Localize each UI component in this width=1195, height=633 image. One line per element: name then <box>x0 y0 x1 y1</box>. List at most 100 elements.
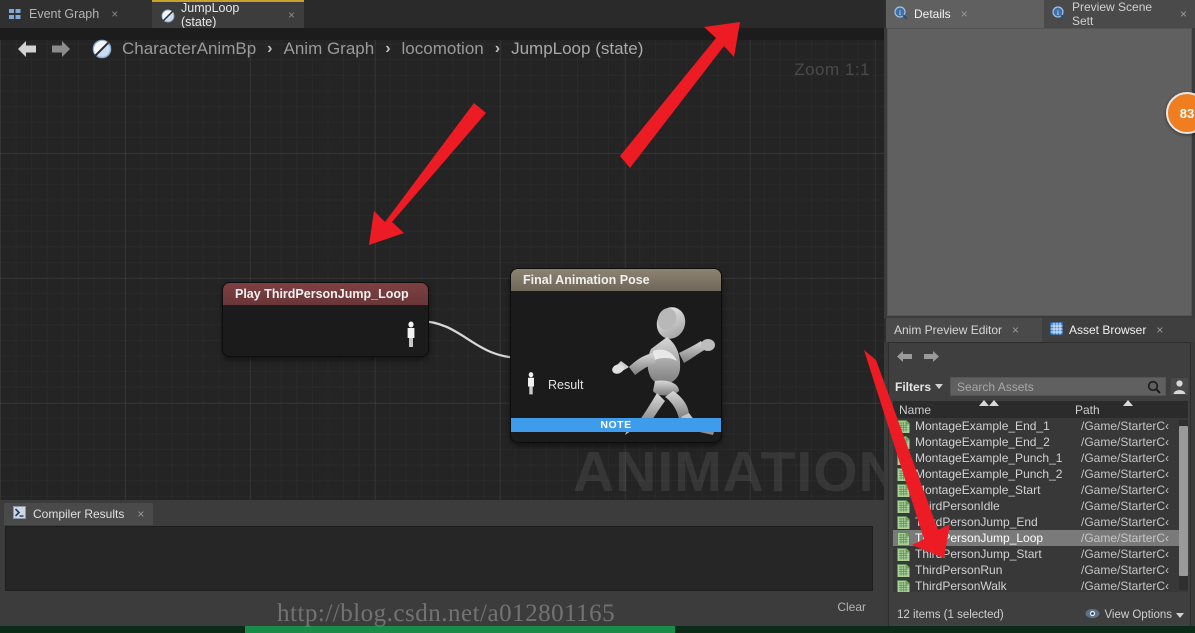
asset-path: /Game/StarterC‹ <box>1081 467 1170 481</box>
breadcrumb-item-anim-graph[interactable]: Anim Graph <box>284 39 375 59</box>
anim-sequence-icon <box>897 452 910 465</box>
column-label: Path <box>1075 402 1100 417</box>
search-input[interactable]: Search Assets <box>950 377 1166 396</box>
sort-ascending-icon <box>989 399 999 406</box>
magnifier-icon <box>1147 380 1161 397</box>
asset-path: /Game/StarterC‹ <box>1081 563 1170 577</box>
close-icon[interactable]: × <box>1180 7 1187 21</box>
anim-sequence-icon <box>897 532 910 545</box>
graph-watermark: ANIMATION <box>573 440 884 501</box>
close-icon[interactable]: × <box>1156 323 1163 337</box>
back-button[interactable] <box>895 349 914 367</box>
anim-sequence-icon <box>897 548 910 561</box>
tab-label: Asset Browser <box>1069 323 1147 337</box>
pose-pin-icon[interactable] <box>524 370 538 399</box>
asset-name: ThirdPersonJump_End <box>893 515 1081 529</box>
asset-name-text: MontageExample_End_2 <box>915 435 1050 449</box>
tab-compiler-results[interactable]: Compiler Results × <box>4 503 154 525</box>
close-icon[interactable]: × <box>111 7 118 21</box>
close-icon[interactable]: × <box>288 8 295 22</box>
node-note-bar: NOTE <box>511 418 721 432</box>
tab-jumploop-state[interactable]: JumpLoop (state) × <box>152 0 304 29</box>
asset-row[interactable]: ThirdPersonRun/Game/StarterC‹ <box>893 562 1188 578</box>
column-label: Name <box>899 402 932 417</box>
details-content-area[interactable] <box>887 28 1192 316</box>
breadcrumb-item-locomotion[interactable]: locomotion <box>402 39 484 59</box>
scrollbar-thumb[interactable] <box>1179 426 1188 576</box>
tab-anim-preview-editor[interactable]: Anim Preview Editor × <box>886 318 1042 342</box>
asset-name-text: ThirdPersonIdle <box>915 499 1000 513</box>
asset-name-text: ThirdPersonJump_Start <box>915 547 1042 561</box>
column-header-name[interactable]: Name <box>893 399 1071 417</box>
asset-row[interactable]: ThirdPersonJump_End/Game/StarterC‹ <box>893 514 1188 530</box>
breadcrumb-item-characteranimbp[interactable]: CharacterAnimBp <box>122 39 256 59</box>
running-mannequin-preview <box>612 307 715 435</box>
asset-name-text: ThirdPersonJump_End <box>915 515 1038 529</box>
state-circle-icon <box>161 9 175 22</box>
asset-row[interactable]: ThirdPersonIdle/Game/StarterC‹ <box>893 498 1188 514</box>
anim-sequence-icon <box>897 564 910 577</box>
asset-table-header: Name Path <box>893 399 1188 419</box>
close-icon[interactable]: × <box>137 507 144 521</box>
clear-button[interactable]: Clear <box>837 600 866 614</box>
asset-row[interactable]: MontageExample_Start/Game/StarterC‹ <box>893 482 1188 498</box>
asset-name: MontageExample_End_1 <box>893 419 1081 433</box>
close-icon[interactable]: × <box>961 7 968 21</box>
tab-label: Event Graph <box>29 7 100 21</box>
asset-row[interactable]: MontageExample_Punch_1/Game/StarterC‹ <box>893 450 1188 466</box>
asset-row[interactable]: ThirdPersonJump_Start/Game/StarterC‹ <box>893 546 1188 562</box>
result-pin-row[interactable]: Result <box>524 370 583 399</box>
anim-graph-canvas[interactable]: ANIMATION Play ThirdPersonJump_Loop Fina… <box>0 28 884 500</box>
chevron-down-icon <box>1176 612 1184 618</box>
chevron-down-icon <box>935 384 944 389</box>
asset-row[interactable]: MontageExample_End_1/Game/StarterC‹ <box>893 418 1188 434</box>
asset-row[interactable]: MontageExample_Punch_2/Game/StarterC‹ <box>893 466 1188 482</box>
filters-button[interactable]: Filters <box>893 380 945 394</box>
asset-path: /Game/StarterC‹ <box>1081 419 1170 433</box>
tab-label: Preview Scene Sett <box>1072 0 1153 28</box>
asset-name: MontageExample_Start <box>893 483 1081 497</box>
asset-name-text: MontageExample_End_1 <box>915 419 1050 433</box>
asset-list-scrollbar[interactable] <box>1179 420 1188 590</box>
view-options-button[interactable]: View Options <box>1085 608 1184 622</box>
asset-browser-tab-strip: Anim Preview Editor × Asset Browser × <box>884 318 1195 342</box>
tab-label: Anim Preview Editor <box>894 323 1003 337</box>
asset-browser-filter-row: Filters Search Assets <box>893 376 1188 397</box>
svg-text:i: i <box>899 9 901 17</box>
back-button[interactable] <box>10 35 44 63</box>
asset-path: /Game/StarterC‹ <box>1081 483 1170 497</box>
tab-event-graph[interactable]: Event Graph × <box>0 0 152 28</box>
compiler-log-area[interactable] <box>5 526 873 591</box>
asset-name: ThirdPersonJump_Loop <box>893 531 1081 545</box>
anim-sequence-icon <box>897 516 910 529</box>
asset-row[interactable]: MontageExample_End_2/Game/StarterC‹ <box>893 434 1188 450</box>
anim-sequence-icon <box>897 420 910 433</box>
info-search-icon: i <box>894 5 908 23</box>
forward-button[interactable] <box>922 349 941 367</box>
node-play-thirdpersonjump-loop[interactable]: Play ThirdPersonJump_Loop <box>223 283 428 356</box>
asset-row[interactable]: ThirdPersonJump_Loop/Game/StarterC‹ <box>893 530 1188 546</box>
asset-path: /Game/StarterC‹ <box>1081 579 1170 592</box>
graph-grid-icon <box>9 8 22 21</box>
asset-row[interactable]: ThirdPersonWalk/Game/StarterC‹ <box>893 578 1188 592</box>
tab-label: Details <box>914 7 951 21</box>
column-header-path[interactable]: Path <box>1071 399 1188 417</box>
pose-pin-icon[interactable] <box>403 320 419 351</box>
forward-button[interactable] <box>44 35 78 63</box>
tab-details[interactable]: i Details × <box>886 0 1044 28</box>
asset-name: MontageExample_Punch_1 <box>893 451 1081 465</box>
tab-preview-scene-settings[interactable]: i Preview Scene Sett × <box>1044 0 1195 28</box>
anim-sequence-icon <box>897 580 910 592</box>
tab-asset-browser[interactable]: Asset Browser × <box>1042 318 1195 342</box>
details-tab-strip: i Details × i Preview Scene Sett × <box>884 0 1195 28</box>
progress-strip <box>0 626 1195 633</box>
node-body <box>223 305 428 356</box>
breadcrumb-item-jumploop-state[interactable]: JumpLoop (state) <box>511 39 643 59</box>
view-options-label: View Options <box>1104 609 1172 621</box>
asset-list[interactable]: MontageExample_End_1/Game/StarterC‹ Monta… <box>893 418 1188 592</box>
asset-name: ThirdPersonRun <box>893 563 1081 577</box>
user-icon[interactable] <box>1171 378 1188 395</box>
asset-name: MontageExample_Punch_2 <box>893 467 1081 481</box>
node-final-animation-pose[interactable]: Final Animation Pose Result NOTE <box>511 269 721 442</box>
close-icon[interactable]: × <box>1012 323 1019 337</box>
